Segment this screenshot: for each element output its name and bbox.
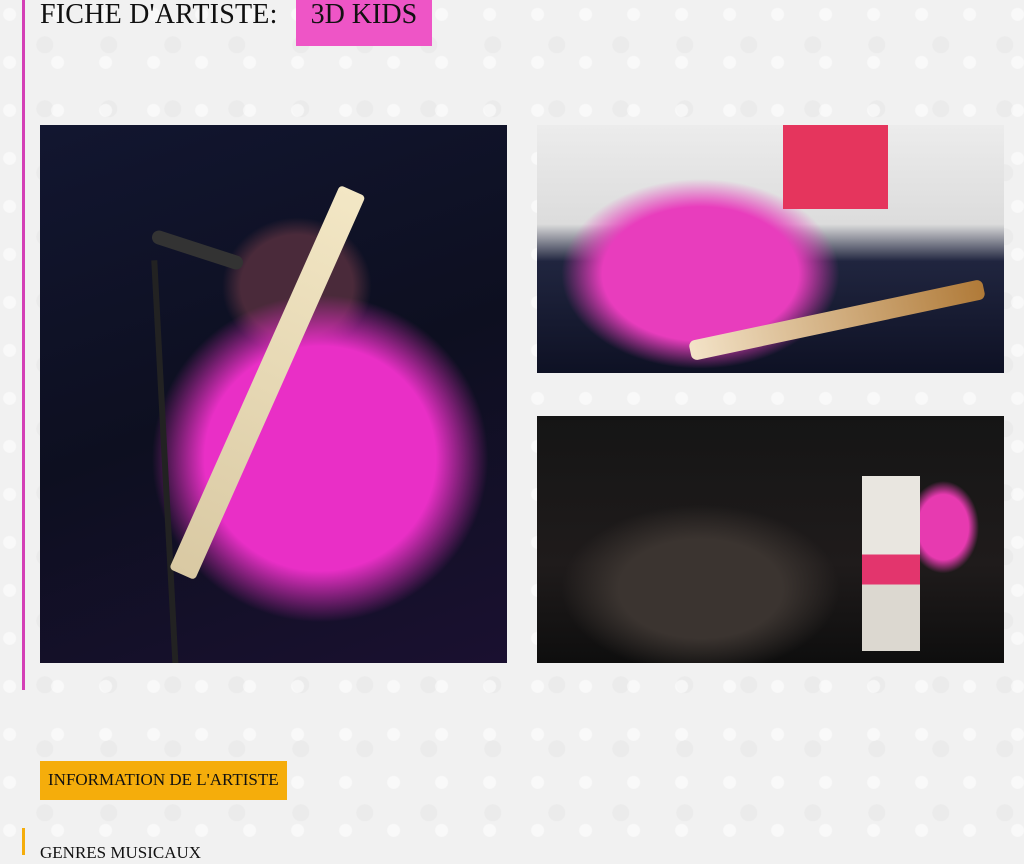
- music-genres-heading: GENRES MUSICAUX: [40, 843, 202, 862]
- stage-props-shape: [862, 476, 920, 651]
- artist-photo-large[interactable]: [40, 125, 507, 663]
- guitar-shape: [688, 279, 986, 361]
- artist-photo-bottom-right[interactable]: [537, 416, 1004, 663]
- page-title: FICHE D'ARTISTE:: [40, 0, 278, 30]
- artist-photo-top-right[interactable]: [537, 125, 1004, 373]
- left-accent-rule: [22, 0, 25, 690]
- genres-accent-rule: [22, 828, 25, 855]
- microphone-shape: [150, 228, 245, 272]
- artist-name-badge: 3D KIDS: [295, 0, 433, 46]
- artist-header: FICHE D'ARTISTE: 3D KIDS: [40, 0, 433, 46]
- artist-info-heading: INFORMATION DE L'ARTISTE: [40, 761, 287, 800]
- stage-screen-shape: [783, 125, 888, 209]
- mic-stand-shape: [151, 260, 179, 663]
